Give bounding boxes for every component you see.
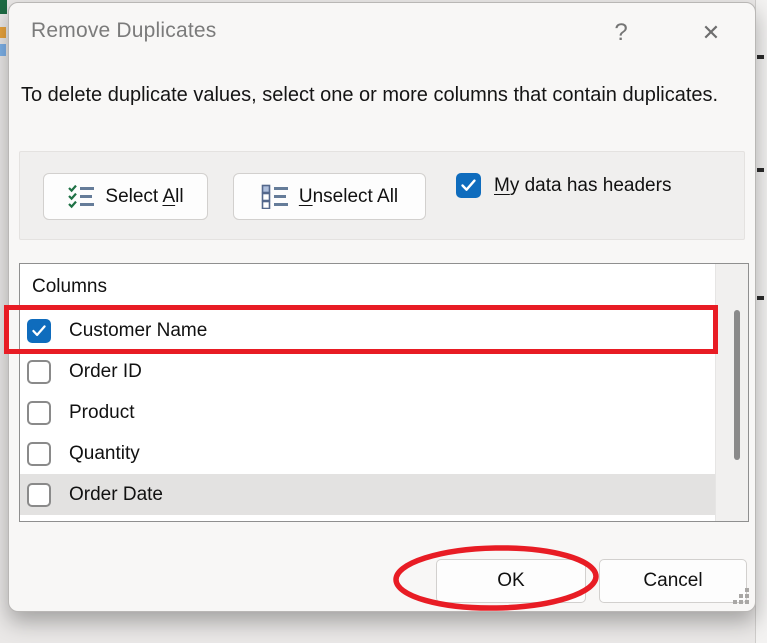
checkmark-icon [461, 179, 476, 191]
help-icon[interactable]: ? [601, 13, 641, 53]
scrollbar-track[interactable] [715, 264, 748, 521]
my-data-has-headers-label: My data has headers [494, 174, 672, 196]
worksheet-row-mark [757, 168, 764, 172]
column-row-product[interactable]: Product [20, 392, 716, 433]
checkmark-icon [32, 324, 46, 336]
column-label: Order Date [69, 483, 163, 505]
remove-duplicates-dialog: Remove Duplicates ? ✕ To delete duplicat… [8, 2, 756, 612]
column-row-order-id[interactable]: Order ID [20, 351, 716, 392]
resize-grip[interactable] [733, 588, 750, 605]
column-label: Product [69, 401, 135, 423]
worksheet-row-mark [757, 55, 764, 59]
checkbox-checked[interactable] [27, 318, 51, 343]
background-worksheet-strip [755, 0, 767, 643]
unselect-all-button[interactable]: Unselect All [233, 173, 426, 220]
dialog-description: To delete duplicate values, select one o… [21, 84, 719, 106]
select-all-button[interactable]: Select All [43, 173, 208, 220]
columns-rows: Customer Name Order ID Product Quantity … [20, 310, 716, 515]
close-icon[interactable]: ✕ [689, 13, 733, 53]
unselect-all-icon [261, 184, 288, 209]
checkbox-unchecked[interactable] [27, 441, 51, 466]
select-all-icon [68, 184, 95, 209]
column-label: Customer Name [69, 319, 208, 341]
dialog-title: Remove Duplicates [31, 19, 217, 42]
column-label: Quantity [69, 442, 140, 464]
column-row-quantity[interactable]: Quantity [20, 433, 716, 474]
columns-listbox: Columns Customer Name Order ID Product Q… [19, 263, 749, 522]
checkbox-unchecked[interactable] [27, 482, 51, 507]
select-all-label: Select All [105, 185, 184, 207]
column-label: Order ID [69, 360, 142, 382]
cancel-button[interactable]: Cancel [599, 559, 747, 603]
columns-list-header: Columns [32, 276, 107, 297]
worksheet-row-mark [757, 296, 764, 300]
checkbox-checked[interactable] [456, 173, 481, 198]
checkbox-unchecked[interactable] [27, 400, 51, 425]
background-app-fragment [0, 44, 6, 56]
column-row-order-date[interactable]: Order Date [20, 474, 716, 515]
scrollbar-thumb[interactable] [734, 310, 740, 460]
my-data-has-headers-checkbox[interactable]: My data has headers [456, 173, 671, 198]
checkbox-unchecked[interactable] [27, 359, 51, 384]
background-app-fragment [0, 27, 6, 38]
unselect-all-label: Unselect All [298, 185, 399, 207]
selection-toolbar: Select All Unselect All My data has head… [19, 151, 745, 240]
background-app-fragment [0, 0, 7, 14]
ok-button[interactable]: OK [436, 559, 586, 603]
column-row-customer-name[interactable]: Customer Name [20, 310, 716, 351]
